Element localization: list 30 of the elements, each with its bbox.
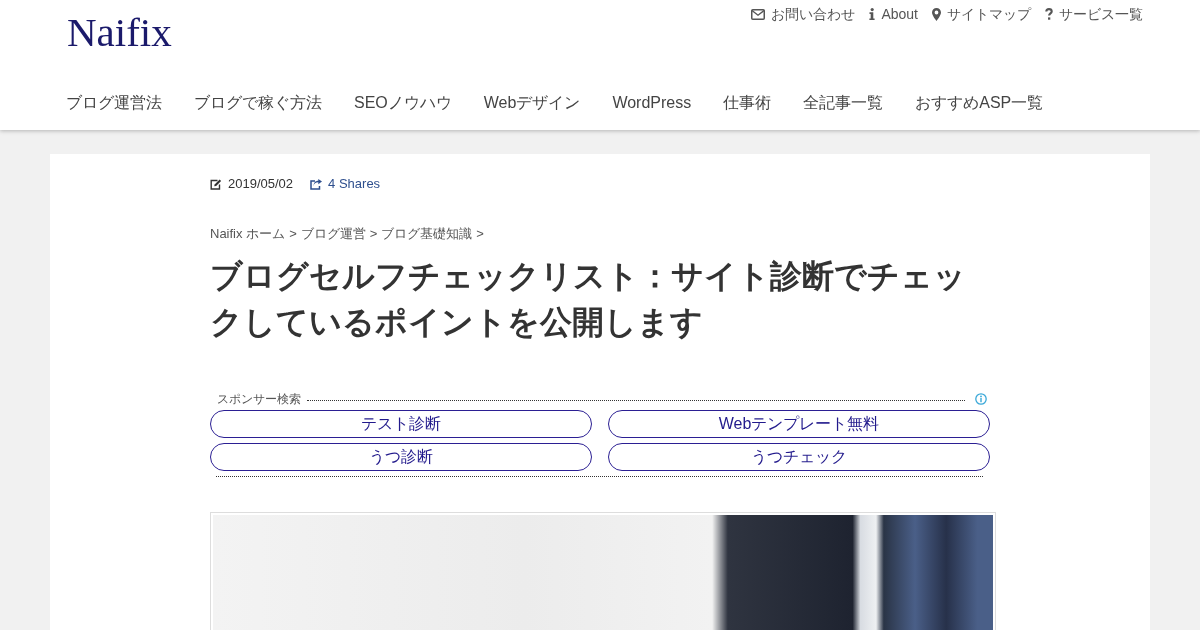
share-icon bbox=[310, 178, 323, 190]
top-link[interactable]: お問い合わせ bbox=[751, 5, 856, 23]
info-icon bbox=[869, 8, 876, 20]
breadcrumb-separator: > bbox=[476, 226, 484, 242]
breadcrumb-link[interactable]: Naifix ホーム bbox=[210, 226, 286, 242]
top-link[interactable]: サービス一覧 bbox=[1045, 5, 1143, 23]
nav-link[interactable]: おすすめASP一覧 bbox=[915, 92, 1044, 114]
edit-icon bbox=[210, 178, 222, 190]
top-link[interactable]: About bbox=[869, 5, 918, 23]
breadcrumb-link[interactable]: ブログ運営 bbox=[300, 226, 366, 242]
nav-link[interactable]: Webデザイン bbox=[483, 92, 581, 114]
share-count: 4 Shares bbox=[328, 176, 381, 192]
sponsor-label: スポンサー検索 bbox=[217, 392, 301, 406]
site-logo[interactable]: Naifix bbox=[67, 9, 172, 55]
map-pin-icon bbox=[932, 7, 941, 21]
info-icon[interactable] bbox=[975, 393, 987, 405]
nav-link[interactable]: 仕事術 bbox=[723, 92, 772, 114]
post-date: 2019/05/02 bbox=[228, 176, 294, 192]
breadcrumb-separator: > bbox=[289, 226, 297, 242]
article-title: ブログセルフチェックリスト：サイト診断でチェックしているポイントを公開します bbox=[210, 257, 967, 342]
nav-link[interactable]: ブログ運営法 bbox=[66, 92, 162, 114]
nav-link[interactable]: ブログで稼ぐ方法 bbox=[194, 92, 322, 114]
top-link[interactable]: サイトマップ bbox=[932, 5, 1031, 23]
nav-link[interactable]: 全記事一覧 bbox=[803, 92, 884, 114]
help-icon bbox=[1045, 8, 1053, 20]
breadcrumb-separator: > bbox=[369, 226, 378, 242]
nav-link[interactable]: SEOノウハウ bbox=[354, 92, 452, 114]
nav-link[interactable]: WordPress bbox=[612, 92, 692, 114]
envelope-icon bbox=[751, 8, 766, 20]
breadcrumb-link[interactable]: ブログ基礎知識 bbox=[381, 226, 473, 242]
